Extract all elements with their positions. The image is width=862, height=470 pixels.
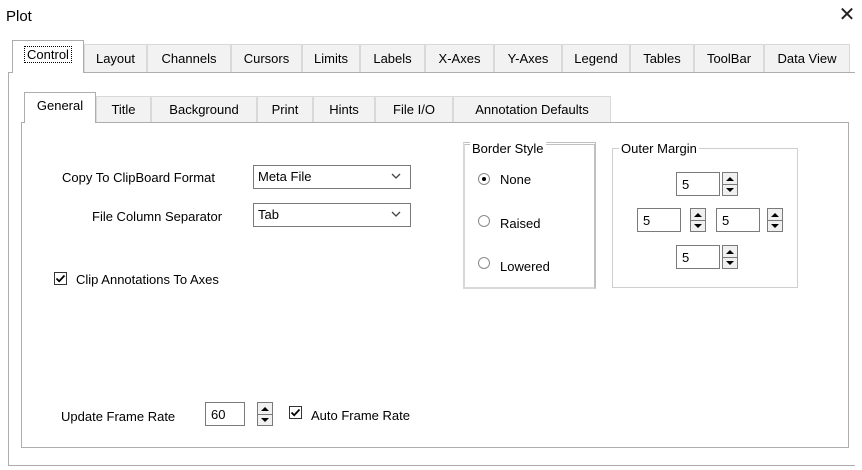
tab-data-view[interactable]: Data View (764, 44, 850, 72)
chevron-down-icon (391, 173, 401, 179)
clipboard-format-value: Meta File (258, 169, 312, 184)
auto-frame-rate-label: Auto Frame Rate (311, 408, 410, 423)
close-icon[interactable]: ✕ (836, 4, 858, 26)
spin-down-button[interactable] (691, 220, 705, 231)
margin-bottom-value: 5 (682, 250, 690, 265)
border-raised-radio[interactable] (478, 215, 490, 227)
file-column-separator-value: Tab (258, 207, 279, 222)
border-none-label: None (500, 172, 532, 187)
margin-top-value: 5 (682, 177, 690, 192)
margin-top-input[interactable]: 5 (676, 172, 720, 196)
border-lowered-label: Lowered (500, 259, 550, 274)
margin-top-spinner[interactable]: 5 (676, 172, 748, 196)
auto-frame-rate-checkbox[interactable] (289, 406, 302, 419)
tab-channels[interactable]: Channels (147, 44, 231, 72)
tab-limits[interactable]: Limits (302, 44, 360, 72)
spin-down-button[interactable] (723, 257, 737, 268)
tab-hints[interactable]: Hints (313, 96, 375, 122)
tab-general[interactable]: General (24, 92, 96, 123)
spin-down-button[interactable] (258, 414, 272, 425)
outer-margin-title: Outer Margin (619, 141, 699, 156)
border-raised-label: Raised (500, 216, 541, 231)
margin-right-value: 5 (722, 213, 730, 228)
update-frame-rate-spinner[interactable]: 60 (205, 402, 275, 426)
border-none-radio[interactable] (478, 173, 490, 185)
arrow-down-icon (694, 224, 702, 228)
tab-title[interactable]: Title (96, 96, 151, 122)
spin-buttons[interactable] (690, 208, 706, 232)
update-frame-rate-value: 60 (211, 407, 226, 422)
arrow-up-icon (771, 213, 779, 217)
spin-down-button[interactable] (723, 184, 737, 195)
tab-labels[interactable]: Labels (360, 44, 425, 72)
margin-left-input[interactable]: 5 (637, 208, 681, 232)
arrow-down-icon (726, 188, 734, 192)
clipboard-format-select[interactable]: Meta File (253, 165, 411, 189)
margin-left-spinner[interactable]: 5 (637, 208, 709, 232)
spin-buttons[interactable] (722, 172, 738, 196)
border-style-title: Border Style (470, 141, 546, 156)
margin-bottom-input[interactable]: 5 (676, 245, 720, 269)
spin-buttons[interactable] (257, 402, 273, 426)
update-frame-rate-input[interactable]: 60 (205, 402, 245, 426)
margin-left-value: 5 (643, 213, 651, 228)
arrow-down-icon (771, 224, 779, 228)
arrow-down-icon (261, 418, 269, 422)
spin-buttons[interactable] (767, 208, 783, 232)
spin-down-button[interactable] (768, 220, 782, 231)
margin-right-input[interactable]: 5 (716, 208, 760, 232)
clip-annotations-label: Clip Annotations To Axes (76, 272, 219, 287)
checkmark-icon (55, 274, 66, 283)
arrow-up-icon (726, 177, 734, 181)
tab-print[interactable]: Print (257, 96, 313, 122)
border-lowered-radio[interactable] (478, 257, 490, 269)
clipboard-format-label: Copy To ClipBoard Format (62, 170, 215, 185)
arrow-up-icon (261, 407, 269, 411)
tab-cursors[interactable]: Cursors (231, 44, 302, 72)
tab-background[interactable]: Background (151, 96, 257, 122)
margin-bottom-spinner[interactable]: 5 (676, 245, 748, 269)
chevron-down-icon (391, 211, 401, 217)
window-title: Plot (6, 8, 32, 25)
checkmark-icon (290, 408, 301, 417)
margin-right-spinner[interactable]: 5 (716, 208, 788, 232)
tab-annotation-defaults[interactable]: Annotation Defaults (453, 96, 611, 122)
arrow-up-icon (726, 250, 734, 254)
tab-toolbar[interactable]: ToolBar (694, 44, 764, 72)
arrow-down-icon (726, 261, 734, 265)
tab-x-axes[interactable]: X-Axes (425, 44, 494, 72)
file-column-separator-label: File Column Separator (92, 209, 223, 224)
arrow-up-icon (694, 213, 702, 217)
update-frame-rate-label: Update Frame Rate (61, 409, 176, 424)
spin-buttons[interactable] (722, 245, 738, 269)
clip-annotations-checkbox[interactable] (54, 272, 67, 285)
tab-control[interactable]: Control (12, 40, 84, 73)
tab-tables[interactable]: Tables (630, 44, 694, 72)
file-column-separator-select[interactable]: Tab (253, 203, 411, 227)
tab-y-axes[interactable]: Y-Axes (494, 44, 562, 72)
tab-legend[interactable]: Legend (562, 44, 630, 72)
tab-layout[interactable]: Layout (84, 44, 147, 72)
radio-selected-dot (482, 177, 486, 181)
tab-file-io[interactable]: File I/O (375, 96, 453, 122)
